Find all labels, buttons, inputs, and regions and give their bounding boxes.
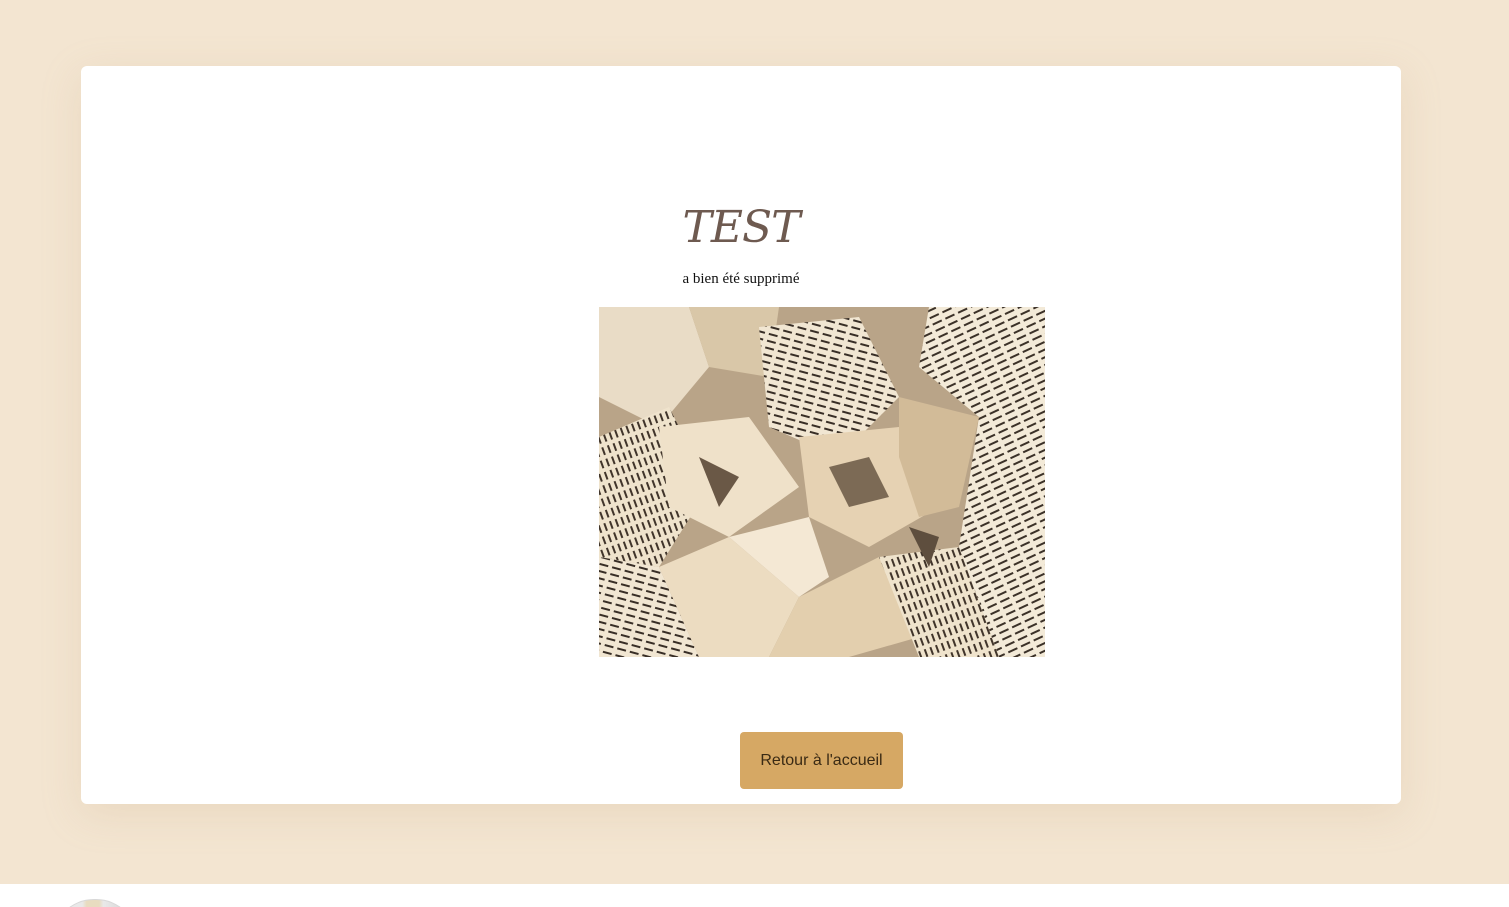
deletion-message: a bien été supprimé <box>682 271 800 287</box>
page: TEST a bien été supprimé Retour à l'accu… <box>0 0 1509 907</box>
footer <box>0 884 1509 907</box>
back-to-home-button[interactable]: Retour à l'accueil <box>740 732 903 789</box>
site-logo-icon[interactable] <box>52 899 138 907</box>
deleted-item-title: TEST <box>682 202 801 253</box>
confirmation-card: TEST a bien été supprimé Retour à l'accu… <box>81 66 1401 804</box>
crumpled-paper-image <box>599 307 1045 657</box>
